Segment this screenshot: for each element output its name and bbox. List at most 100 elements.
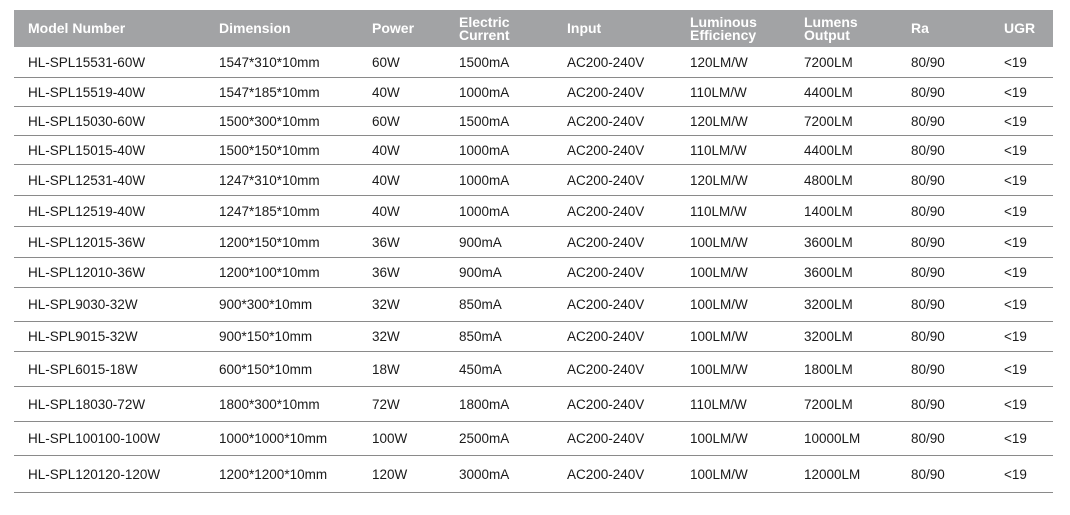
cell-electric-current: 900mA (459, 234, 502, 250)
cell-power: 36W (372, 265, 400, 280)
cell-lumens-output: 1800LM (804, 361, 853, 377)
cell-luminous-efficiency: 120LM/W (690, 54, 748, 70)
cell-lumens-output: 7200LM (804, 113, 853, 129)
cell-luminous-efficiency: 100LM/W (690, 329, 748, 344)
cell-luminous-efficiency: 100LM/W (690, 265, 748, 280)
cell-power: 40W (372, 172, 400, 188)
cell-model-number: HL-SPL6015-18W (28, 361, 138, 377)
cell-electric-current: 1500mA (459, 113, 510, 129)
cell-model-number: HL-SPL12519-40W (28, 203, 146, 219)
cell-model-number: HL-SPL15015-40W (28, 142, 146, 158)
cell-dimension: 900*150*10mm (219, 329, 313, 344)
cell-lumens-output: 3200LM (804, 297, 853, 312)
cell-dimension: 1000*1000*10mm (219, 431, 328, 446)
cell-dimension: 1500*150*10mm (219, 142, 320, 158)
cell-ugr: <19 (1004, 329, 1027, 344)
cell-power: 40W (372, 142, 400, 158)
cell-luminous-efficiency: 110LM/W (690, 84, 747, 100)
cell-dimension: 600*150*10mm (219, 361, 313, 377)
cell-lumens-output: 1400LM (804, 203, 853, 219)
cell-ugr: <19 (1004, 297, 1027, 312)
table-row: HL-SPL15030-60W 1500*300*10mm 60W 1500mA AC2… (14, 107, 1053, 136)
cell-luminous-efficiency: 110LM/W (690, 142, 747, 158)
cell-power: 60W (372, 54, 400, 70)
cell-ra: 80/90 (911, 234, 945, 250)
cell-ugr: <19 (1004, 361, 1027, 377)
cell-input: AC200-240V (567, 297, 645, 312)
cell-lumens-output: 7200LM (804, 54, 853, 70)
cell-ra: 80/90 (911, 466, 945, 482)
cell-ra: 80/90 (911, 54, 945, 70)
cell-model-number: HL-SPL15030-60W (28, 113, 146, 129)
cell-model-number: HL-SPL18030-72W (28, 396, 146, 412)
cell-ra: 80/90 (911, 84, 945, 100)
cell-ugr: <19 (1004, 431, 1027, 446)
cell-ugr: <19 (1004, 113, 1027, 129)
header-label: Current (459, 26, 510, 43)
cell-ugr: <19 (1004, 466, 1027, 482)
cell-model-number: HL-SPL9015-32W (28, 329, 138, 344)
cell-luminous-efficiency: 120LM/W (690, 113, 748, 129)
cell-luminous-efficiency: 110LM/W (690, 203, 747, 219)
cell-ugr: <19 (1004, 203, 1027, 219)
table-row: HL-SPL15531-60W 1547*310*10mm 60W 1500mA AC2… (14, 47, 1053, 78)
cell-luminous-efficiency: 120LM/W (690, 172, 748, 188)
cell-luminous-efficiency: 100LM/W (690, 234, 748, 250)
cell-input: AC200-240V (567, 396, 645, 412)
cell-luminous-efficiency: 100LM/W (690, 361, 748, 377)
cell-ugr: <19 (1004, 84, 1027, 100)
cell-lumens-output: 3200LM (804, 329, 853, 344)
cell-lumens-output: 4800LM (804, 172, 853, 188)
header-luminous-efficiency: Luminous Efficiency (690, 10, 757, 47)
cell-input: AC200-240V (567, 172, 645, 188)
header-label: Power (372, 20, 415, 36)
cell-input: AC200-240V (567, 361, 645, 377)
cell-input: AC200-240V (567, 203, 645, 219)
cell-power: 40W (372, 84, 400, 100)
header-input: Input (567, 10, 601, 47)
cell-power: 100W (372, 431, 408, 446)
table-row: HL-SPL18030-72W 1800*300*10mm 72W 1800mA AC2… (14, 387, 1053, 422)
cell-dimension: 1200*1200*10mm (219, 466, 328, 482)
cell-electric-current: 1000mA (459, 203, 510, 219)
table-row: HL-SPL100100-100W 1000*1000*10mm 100W 2500m… (14, 422, 1053, 456)
header-label: Output (804, 26, 850, 43)
cell-power: 120W (372, 466, 408, 482)
cell-ra: 80/90 (911, 265, 945, 280)
table-row: HL-SPL9015-32W 900*150*10mm 32W 850mA AC200-… (14, 322, 1053, 352)
cell-electric-current: 1000mA (459, 142, 510, 158)
cell-dimension: 1247*310*10mm (219, 172, 320, 188)
cell-electric-current: 450mA (459, 361, 502, 377)
cell-ra: 80/90 (911, 396, 945, 412)
cell-dimension: 1200*100*10mm (219, 265, 320, 280)
cell-ra: 80/90 (911, 297, 945, 312)
cell-electric-current: 850mA (459, 297, 502, 312)
cell-ugr: <19 (1004, 234, 1027, 250)
cell-lumens-output: 3600LM (804, 234, 853, 250)
cell-lumens-output: 4400LM (804, 142, 853, 158)
cell-power: 60W (372, 113, 400, 129)
cell-input: AC200-240V (567, 54, 645, 70)
header-electric-current: Electric Current (459, 10, 510, 47)
cell-input: AC200-240V (567, 84, 645, 100)
table-row: HL-SPL6015-18W 600*150*10mm 18W 450mA AC200-… (14, 352, 1053, 387)
cell-ugr: <19 (1004, 142, 1027, 158)
table-row: HL-SPL12015-36W 1200*150*10mm 36W 900mA AC20… (14, 227, 1053, 258)
spec-table: Model Number Dimension Power Electric Curren… (14, 10, 1053, 493)
cell-ra: 80/90 (911, 172, 945, 188)
cell-ugr: <19 (1004, 54, 1027, 70)
cell-lumens-output: 10000LM (804, 431, 861, 446)
table-row: HL-SPL120120-120W 1200*1200*10mm 120W 3000m… (14, 456, 1053, 493)
cell-ra: 80/90 (911, 113, 945, 129)
cell-model-number: HL-SPL12015-36W (28, 234, 146, 250)
cell-model-number: HL-SPL9030-32W (28, 297, 138, 312)
table-row: HL-SPL15015-40W 1500*150*10mm 40W 1000mA AC2… (14, 136, 1053, 165)
cell-input: AC200-240V (567, 431, 645, 446)
table-row: HL-SPL12519-40W 1247*185*10mm 40W 1000mA AC2… (14, 196, 1053, 227)
header-ugr: UGR (1004, 10, 1035, 47)
cell-electric-current: 850mA (459, 329, 502, 344)
cell-power: 32W (372, 329, 400, 344)
cell-lumens-output: 4400LM (804, 84, 853, 100)
cell-ugr: <19 (1004, 265, 1027, 280)
cell-model-number: HL-SPL100100-100W (28, 431, 161, 446)
